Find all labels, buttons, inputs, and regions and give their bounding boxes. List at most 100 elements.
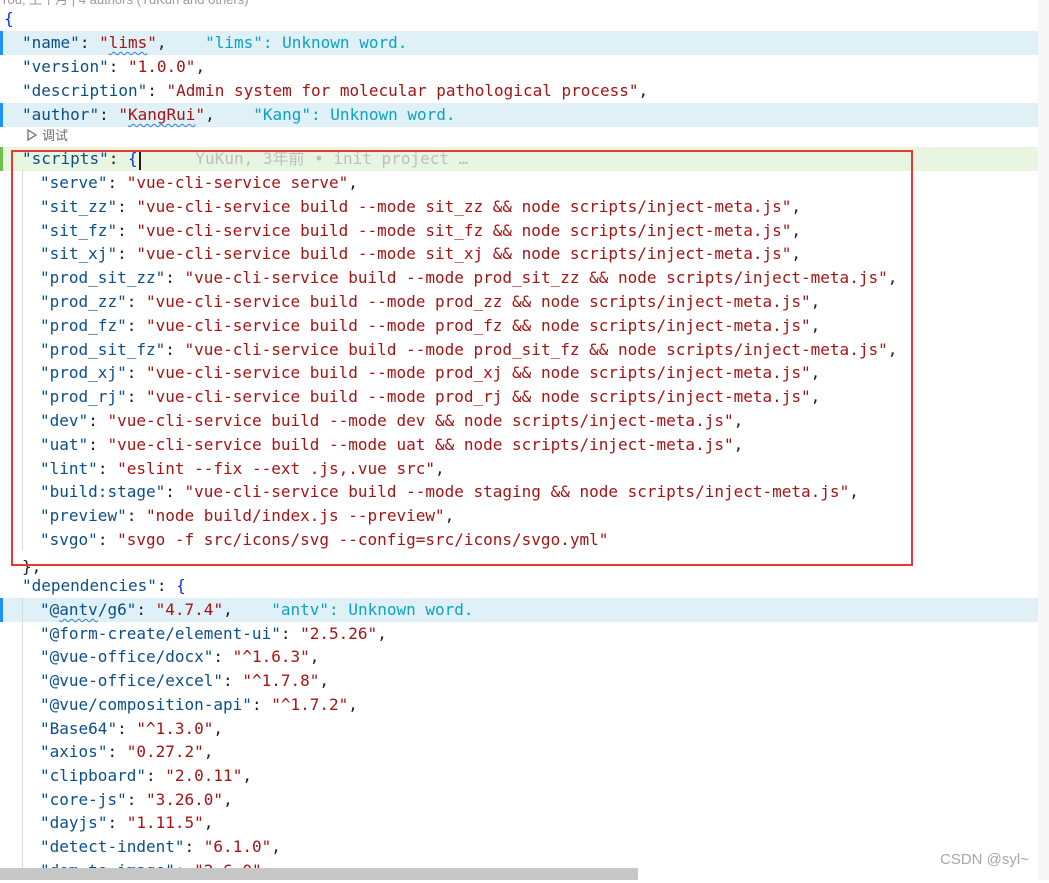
json-key: sit_zz [49,196,108,216]
json-value: 0.27.2 [136,742,195,762]
json-value: vue-cli-service build --mode prod_sit_zz… [194,268,879,288]
gutter-added-marker [0,147,3,171]
scripts-entry[interactable]: "build:stage": "vue-cli-service build --… [0,480,1049,504]
scripts-entry[interactable]: "uat": "vue-cli-service build --mode uat… [0,433,1049,457]
json-key: prod_zz [49,292,118,311]
code-editor[interactable]: You, 上个月 | 4 authors (YuKun and others) … [0,0,1049,880]
scripts-entry[interactable]: "prod_zz": "vue-cli-service build --mode… [0,290,1049,314]
json-key: prod_fz [49,315,118,335]
dependencies-entry[interactable]: "dayjs": "1.11.5", [0,811,1049,835]
dependencies-entry[interactable]: "clipboard": "2.0.11", [0,764,1049,788]
code-line-author[interactable]: "author": "KangRui", "Kang": Unknown wor… [0,103,1049,127]
json-value: svgo -f src/icons/svg --config=src/icons… [126,530,599,549]
json-key: sit_xj [49,244,108,264]
json-key: Base64 [49,718,108,738]
scripts-entry[interactable]: "prod_sit_fz": "vue-cli-service build --… [0,338,1049,362]
json-key: description [31,81,138,100]
gutter-modified-marker [0,31,3,55]
json-value: ^1.7.2 [280,694,339,714]
json-key: prod_sit_zz [49,268,156,288]
scripts-entry[interactable]: "prod_sit_zz": "vue-cli-service build --… [0,266,1049,290]
dependencies-entry[interactable]: "@vue-office/docx": "^1.6.3", [0,645,1049,669]
json-value: vue-cli-service build --mode sit_xj && n… [145,244,782,264]
code-line-version[interactable]: "version": "1.0.0", [0,55,1049,79]
code-line-scripts[interactable]: "scripts": { YuKun, 3年前 • init project … [0,147,1049,171]
scripts-entry[interactable]: "prod_fz": "vue-cli-service build --mode… [0,314,1049,338]
json-value: ^1.6.3 [242,647,301,667]
code-line-dependencies[interactable]: "dependencies": { [0,574,1049,598]
json-key: dayjs [49,813,98,833]
json-key: name [31,33,71,52]
scripts-entry[interactable]: "svgo": "svgo -f src/icons/svg --config=… [0,528,1049,552]
spell-check-diagnostic: "antv": Unknown word. [271,600,474,619]
scripts-entry[interactable]: "sit_xj": "vue-cli-service build --mode … [0,242,1049,266]
json-key: @vue/composition-api [49,694,243,714]
json-value: vue-cli-service serve [136,173,339,192]
json-key: sit_fz [49,220,108,240]
code-line-name[interactable]: "name": "lims", "lims": Unknown word. [0,31,1049,55]
json-value: vue-cli-service build --mode prod_rj && … [155,387,802,407]
json-key: core-js [49,789,118,809]
scripts-entry[interactable]: "sit_zz": "vue-cli-service build --mode … [0,195,1049,219]
inline-git-blame: YuKun, 3年前 • init project … [195,149,469,168]
json-key: svgo [49,530,89,549]
json-value: 2.0.11 [174,765,233,785]
json-value: 3.26.0 [155,789,214,809]
json-key: serve [49,173,98,192]
json-value: KangRui [127,105,196,124]
json-key: author [31,105,90,124]
json-value: lims [108,33,148,52]
json-key: dependencies [31,576,148,595]
code-line-open-brace[interactable]: { [0,7,1049,31]
dependencies-entry[interactable]: "@form-create/element-ui": "2.5.26", [0,622,1049,646]
codelens-debug[interactable]: 调试 [26,126,68,146]
dependencies-entry[interactable]: "@vue-office/excel": "^1.7.8", [0,669,1049,693]
json-value: vue-cli-service build --mode dev && node… [117,411,724,430]
json-key: @vue-office/docx [49,647,204,667]
dependencies-entry[interactable]: "Base64": "^1.3.0", [0,717,1049,741]
scripts-entry[interactable]: "prod_rj": "vue-cli-service build --mode… [0,385,1049,409]
scripts-entry[interactable]: "prod_xj": "vue-cli-service build --mode… [0,361,1049,385]
json-value: 6.1.0 [213,837,262,856]
json-key: axios [49,742,98,762]
json-key: lint [49,458,89,478]
json-key: scripts [31,149,100,168]
json-value: node build/index.js --preview [155,506,435,526]
scripts-entry[interactable]: "dev": "vue-cli-service build --mode dev… [0,409,1049,433]
code-line-description[interactable]: "description": "Admin system for molecul… [0,79,1049,103]
json-key: prod_sit_fz [49,339,156,359]
json-key: @antv/g6 [49,600,127,619]
json-value: Admin system for molecular pathological … [176,81,629,100]
json-value: vue-cli-service build --mode prod_sit_fz… [194,339,879,359]
json-value: ^1.7.8 [251,671,310,691]
vertical-scrollbar[interactable] [1038,0,1049,880]
scripts-entry[interactable]: "preview": "node build/index.js --previe… [0,504,1049,528]
scripts-entry[interactable]: "serve": "vue-cli-service serve", [0,171,1049,195]
dependencies-entry[interactable]: "core-js": "3.26.0", [0,788,1049,812]
json-value: vue-cli-service build --mode uat && node… [117,434,724,454]
json-key: prod_xj [49,363,118,383]
json-key: dev [49,411,79,430]
horizontal-scrollbar[interactable] [0,868,638,880]
json-value: ^1.3.0 [145,718,204,738]
json-value: 1.11.5 [136,813,195,833]
dependencies-entry[interactable]: "@vue/composition-api": "^1.7.2", [0,693,1049,717]
json-key: preview [49,506,118,526]
json-key: build:stage [49,482,156,502]
json-key: clipboard [49,765,137,785]
json-value: vue-cli-service build --mode prod_fz && … [155,315,802,335]
json-key: @vue-office/excel [49,671,214,691]
spell-check-diagnostic: "lims": Unknown word. [205,33,408,52]
indent-guide [22,170,23,550]
json-value: vue-cli-service build --mode prod_xj && … [155,363,802,383]
dependencies-entry[interactable]: "@antv/g6": "4.7.4", "antv": Unknown wor… [0,598,1049,622]
gutter-modified-marker [0,103,3,127]
json-value: 4.7.4 [165,600,214,619]
dependencies-entry[interactable]: "detect-indent": "6.1.0", [0,835,1049,859]
scripts-entry[interactable]: "sit_fz": "vue-cli-service build --mode … [0,219,1049,243]
codelens-debug-label: 调试 [42,128,69,143]
json-value: eslint --fix --ext .js,.vue src [126,458,426,478]
dependencies-entry[interactable]: "axios": "0.27.2", [0,740,1049,764]
scripts-entry[interactable]: "lint": "eslint --fix --ext .js,.vue src… [0,457,1049,481]
watermark: CSDN @syl~ [940,851,1029,868]
